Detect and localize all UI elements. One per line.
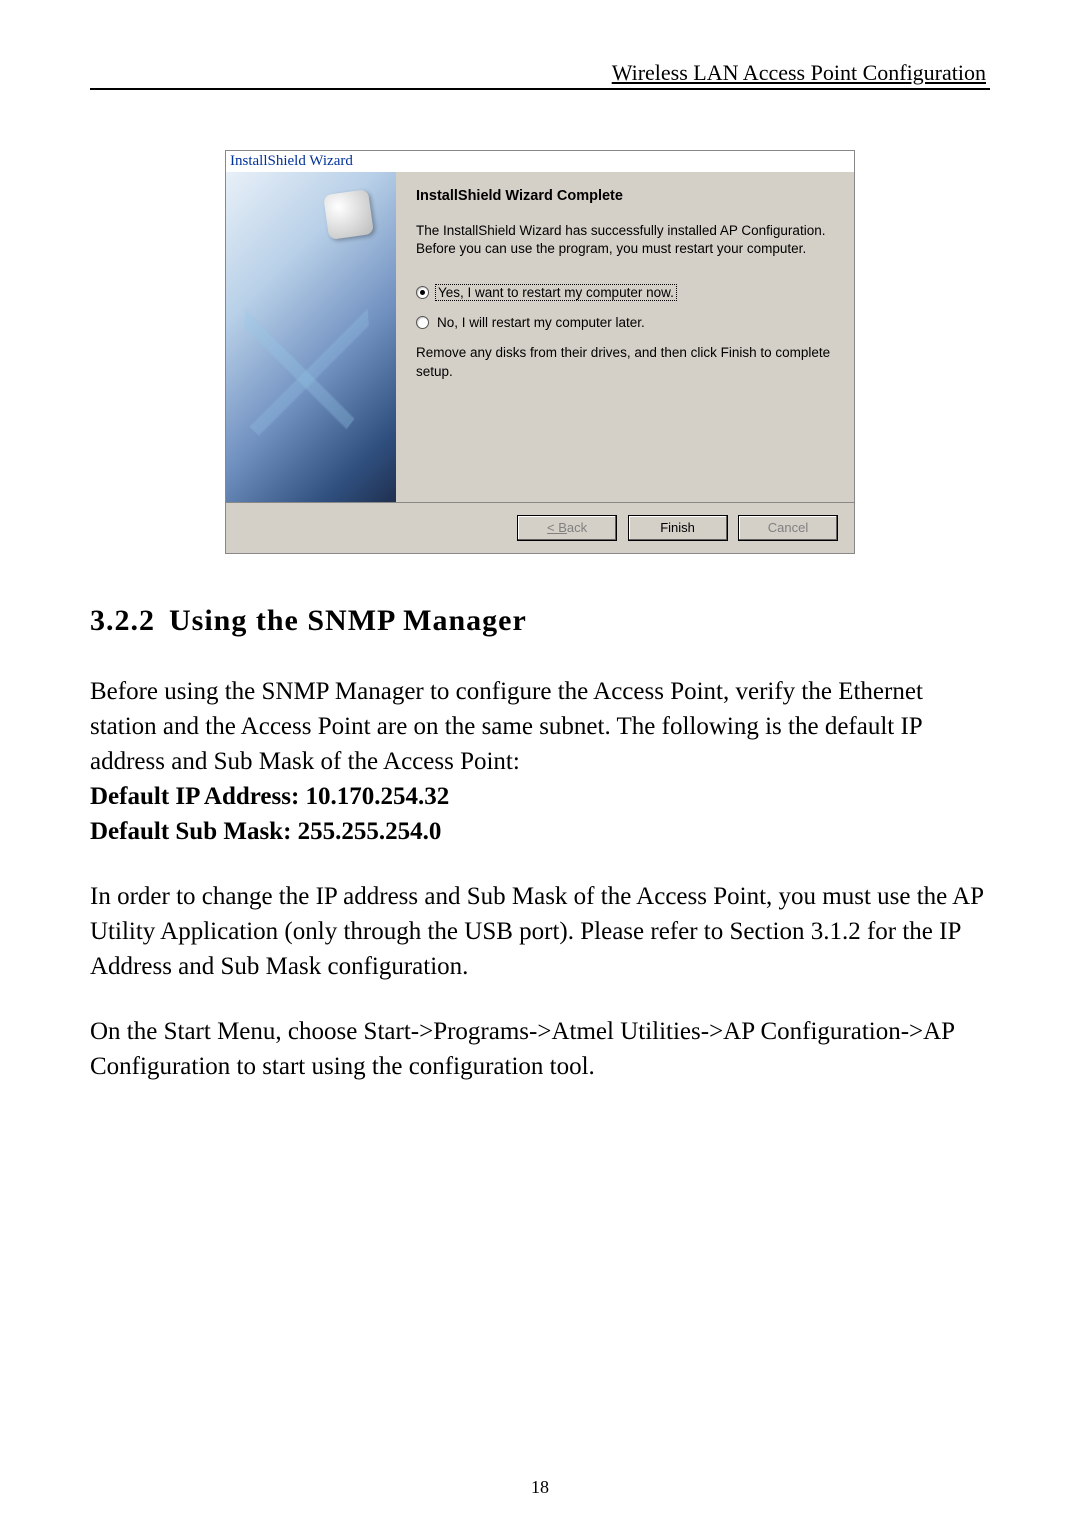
radio-restart-later[interactable]: No, I will restart my computer later. — [416, 315, 832, 330]
section-heading: 3.2.2 Using the SNMP Manager — [90, 604, 990, 638]
installshield-dialog: InstallShield Wizard InstallShield Wizar… — [225, 150, 855, 554]
radio-selected-icon — [416, 286, 429, 299]
paragraph-1: Before using the SNMP Manager to configu… — [90, 674, 990, 779]
finish-button[interactable]: Finish — [628, 515, 728, 541]
wizard-heading: InstallShield Wizard Complete — [416, 188, 832, 204]
section-number: 3.2.2 — [90, 604, 155, 638]
wizard-description: The InstallShield Wizard has successfull… — [416, 222, 832, 258]
wizard-graphic — [226, 172, 396, 502]
radio-yes-label: Yes, I want to restart my computer now. — [435, 284, 677, 301]
page-number: 18 — [0, 1477, 1080, 1498]
paragraph-2: In order to change the IP address and Su… — [90, 879, 990, 984]
dialog-title: InstallShield Wizard — [226, 151, 854, 172]
dialog-footer: < Back Finish Cancel — [226, 502, 854, 553]
paragraph-3: On the Start Menu, choose Start->Program… — [90, 1014, 990, 1084]
radio-unselected-icon — [416, 316, 429, 329]
remove-disks-text: Remove any disks from their drives, and … — [416, 344, 832, 380]
default-mask: Default Sub Mask: 255.255.254.0 — [90, 814, 990, 849]
page-header: Wireless LAN Access Point Configuration — [90, 60, 990, 88]
cancel-button: Cancel — [738, 515, 838, 541]
back-button: < Back — [517, 515, 617, 541]
radio-restart-now[interactable]: Yes, I want to restart my computer now. — [416, 284, 832, 301]
section-title: Using the SNMP Manager — [169, 604, 527, 637]
radio-no-label: No, I will restart my computer later. — [435, 315, 647, 330]
default-ip: Default IP Address: 10.170.254.32 — [90, 779, 990, 814]
